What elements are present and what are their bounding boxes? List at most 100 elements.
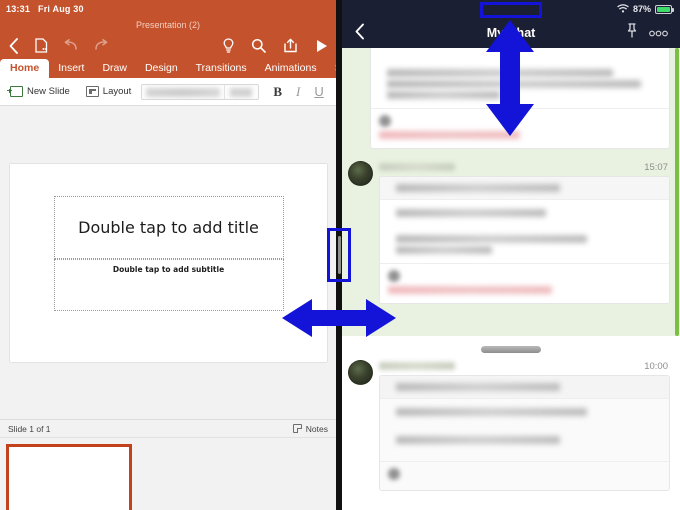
blurred-text-line — [388, 286, 552, 294]
split-screen-root: 13:31 Fri Aug 30 Presentation (2) Home I… — [0, 0, 680, 510]
ppt-icon-toolbar — [0, 32, 336, 59]
chat-pane: 87% My Chat 15:07 10:00 — [342, 0, 680, 510]
font-size-value — [230, 87, 253, 97]
search-icon[interactable] — [251, 38, 266, 53]
tab-insert[interactable]: Insert — [49, 59, 93, 78]
tab-draw[interactable]: Draw — [93, 59, 136, 78]
ppt-status-bar: 13:31 Fri Aug 30 — [0, 0, 336, 18]
message-footer — [380, 264, 669, 303]
tab-transitions[interactable]: Transitions — [187, 59, 256, 78]
message-timestamp: 15:07 — [644, 161, 668, 173]
battery-percent-label: 87% — [632, 4, 651, 14]
message-body — [371, 48, 669, 109]
blurred-text-line — [379, 131, 520, 139]
tab-slide-show[interactable]: Slide Show — [326, 59, 336, 78]
message-row[interactable]: 15:07 — [342, 149, 680, 304]
blurred-text-line — [396, 408, 588, 416]
new-slide-label: New Slide — [27, 86, 70, 97]
blurred-text-line — [396, 246, 492, 254]
split-view-divider[interactable] — [336, 0, 342, 510]
slide-status-bar: Slide 1 of 1 Notes — [0, 419, 336, 437]
bold-button[interactable]: B — [273, 84, 282, 100]
status-date: Fri Aug 30 — [38, 4, 84, 14]
slide-counter: Slide 1 of 1 — [8, 423, 51, 434]
blurred-avatar — [379, 115, 391, 127]
layout-button[interactable]: Layout — [85, 86, 132, 97]
font-name-size-field[interactable] — [141, 83, 260, 100]
avatar[interactable] — [348, 161, 373, 186]
chat-header: My Chat — [342, 18, 680, 48]
file-icon[interactable] — [35, 38, 48, 53]
new-slide-icon — [7, 86, 23, 97]
font-field-divider — [224, 84, 226, 99]
slide-thumbnail-panel[interactable]: 1 — [0, 437, 336, 510]
message-meta: 15:07 — [379, 161, 672, 173]
blurred-text-line — [387, 80, 641, 88]
redo-icon[interactable] — [94, 39, 108, 52]
message-footer — [371, 109, 669, 148]
wifi-icon — [617, 3, 629, 15]
slide-surface[interactable]: Double tap to add title Double tap to ad… — [9, 163, 327, 362]
subtitle-placeholder[interactable]: Double tap to add subtitle — [53, 258, 284, 311]
sender-name — [379, 163, 455, 171]
document-title: Presentation (2) — [135, 20, 201, 30]
blurred-text-line — [396, 184, 560, 192]
message-row[interactable]: 10:00 — [342, 336, 680, 491]
blurred-avatar — [388, 270, 400, 282]
status-time: 13:31 — [6, 4, 31, 14]
back-chevron-icon[interactable] — [354, 23, 365, 44]
notes-icon — [292, 424, 302, 433]
message-header-seg — [380, 177, 669, 200]
document-title-bar: Presentation (2) — [0, 18, 336, 32]
message-body — [380, 399, 669, 462]
underline-button[interactable]: U — [314, 84, 323, 99]
layout-icon — [85, 86, 99, 97]
message-card[interactable] — [379, 176, 670, 304]
blurred-text-line — [387, 91, 500, 99]
sheet-drag-handle[interactable] — [481, 346, 541, 353]
undo-icon[interactable] — [64, 39, 78, 52]
share-icon[interactable] — [283, 38, 298, 53]
message-meta: 10:00 — [379, 360, 672, 372]
message-timestamp: 10:00 — [644, 360, 668, 372]
title-placeholder[interactable]: Double tap to add title — [53, 195, 284, 259]
tab-home[interactable]: Home — [0, 59, 50, 78]
message-body — [380, 200, 669, 264]
slide-canvas[interactable]: Double tap to add title Double tap to ad… — [0, 106, 336, 419]
tell-me-lightbulb-icon[interactable] — [223, 37, 234, 54]
message-header-seg — [380, 376, 669, 399]
italic-button[interactable]: I — [296, 84, 300, 100]
back-chevron-icon[interactable] — [8, 37, 19, 54]
blurred-text-line — [396, 209, 547, 217]
present-play-icon[interactable] — [315, 39, 328, 53]
blurred-text-line — [396, 235, 588, 243]
new-slide-button[interactable]: New Slide — [7, 86, 70, 97]
blurred-text-line — [396, 383, 560, 391]
blurred-text-line — [387, 69, 613, 77]
chat-status-bar: 87% — [342, 0, 680, 18]
message-footer — [380, 462, 669, 490]
message-card[interactable] — [379, 375, 670, 491]
notes-button[interactable]: Notes — [292, 423, 328, 434]
notes-label: Notes — [305, 423, 328, 434]
font-name-value — [146, 87, 221, 97]
pin-icon[interactable] — [627, 23, 637, 43]
chat-message-list-upper[interactable]: 15:07 — [342, 48, 680, 336]
powerpoint-pane: 13:31 Fri Aug 30 Presentation (2) Home I… — [0, 0, 336, 510]
blurred-text-line — [396, 436, 560, 444]
chat-message-list-lower[interactable]: 10:00 — [342, 336, 680, 510]
avatar[interactable] — [348, 360, 373, 385]
layout-label: Layout — [102, 86, 132, 97]
slide-thumbnail-1[interactable] — [6, 444, 132, 510]
tab-animations[interactable]: Animations — [256, 59, 326, 78]
ribbon-tab-bar: Home Insert Draw Design Transitions Anim… — [0, 59, 336, 78]
message-card-partial[interactable] — [370, 48, 670, 149]
blurred-avatar — [388, 468, 400, 480]
title-placeholder-text: Double tap to add title — [78, 217, 259, 237]
chat-scrollbar[interactable] — [675, 48, 679, 336]
divider-drag-handle[interactable] — [337, 236, 341, 274]
tab-design[interactable]: Design — [136, 59, 187, 78]
ribbon-home-toolbar: New Slide Layout B I U — [0, 78, 336, 106]
overflow-menu-icon[interactable] — [649, 24, 668, 42]
sender-name — [379, 362, 455, 370]
